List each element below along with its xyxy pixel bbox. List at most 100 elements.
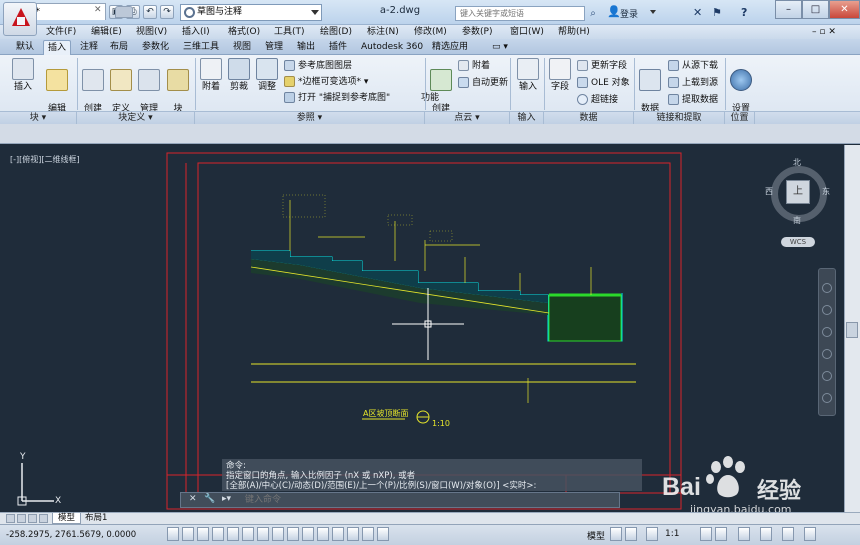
tab-model[interactable]: 模型: [52, 513, 82, 524]
navbar-menu-icon[interactable]: [822, 393, 832, 403]
command-options[interactable]: [全部(A)/中心(C)/动态(D)/范围(E)/上一个(P)/比例(S)/窗口…: [226, 481, 638, 491]
field-button[interactable]: 字段: [547, 58, 573, 93]
help-icon[interactable]: ?: [741, 6, 747, 19]
import-button[interactable]: 输入: [514, 58, 542, 93]
showmotion-icon[interactable]: [822, 371, 832, 381]
steering-wheel-icon[interactable]: [822, 283, 832, 293]
panel-linking-extraction[interactable]: 链接和提取: [634, 112, 725, 124]
compass-west[interactable]: 西: [765, 186, 773, 197]
insert-block-button[interactable]: 插入: [6, 58, 40, 93]
workspace-switching-icon[interactable]: [715, 527, 727, 541]
tab-featured-apps[interactable]: 精选应用: [428, 40, 472, 55]
tab-annotate[interactable]: 注释: [76, 40, 102, 55]
menu-dimension[interactable]: 标注(N): [367, 25, 399, 39]
next-layout-icon[interactable]: [28, 514, 37, 523]
tab-insert[interactable]: 插入: [43, 40, 72, 55]
menu-help[interactable]: 帮助(H): [558, 25, 590, 39]
tab-layout1[interactable]: 布局1: [80, 513, 112, 524]
close-icon[interactable]: ✕: [94, 5, 102, 15]
close-icon[interactable]: ✕: [189, 494, 197, 504]
redo-icon[interactable]: ↷: [160, 5, 174, 19]
pan-icon[interactable]: [822, 305, 832, 315]
ortho-mode-icon[interactable]: [212, 527, 224, 541]
annotation-visibility-icon[interactable]: [700, 527, 712, 541]
command-input[interactable]: [245, 493, 605, 507]
menu-window[interactable]: 窗口(W): [510, 25, 544, 39]
viewcube-top-face[interactable]: 上: [786, 180, 810, 204]
maximize-button[interactable]: □: [802, 0, 829, 19]
tab-output[interactable]: 输出: [293, 40, 319, 55]
adjust-button[interactable]: 调整: [254, 58, 280, 93]
isolate-objects-icon[interactable]: [782, 527, 794, 541]
dynamic-input-icon[interactable]: [302, 527, 314, 541]
compass-east[interactable]: 东: [822, 186, 830, 197]
user-icon[interactable]: 👤: [607, 5, 621, 18]
menu-format[interactable]: 格式(O): [228, 25, 260, 39]
panel-location[interactable]: 位置: [725, 112, 755, 124]
tab-plugins[interactable]: 插件: [325, 40, 351, 55]
extract-data-button[interactable]: 提取数据: [668, 94, 718, 106]
auto-update-button[interactable]: 自动更新: [458, 77, 508, 89]
last-layout-icon[interactable]: [39, 514, 48, 523]
quick-view-layouts-icon[interactable]: [610, 527, 622, 541]
menu-insert[interactable]: 插入(I): [182, 25, 210, 39]
tab-parametric[interactable]: 参数化: [138, 40, 173, 55]
first-layout-icon[interactable]: [6, 514, 15, 523]
polar-tracking-icon[interactable]: [227, 527, 239, 541]
compass-south[interactable]: 南: [793, 215, 801, 226]
workspace-dropdown[interactable]: 草图与注释: [180, 4, 322, 21]
lineweight-icon[interactable]: [317, 527, 329, 541]
underlay-layers-button[interactable]: 参考底图图层: [284, 60, 352, 72]
compass-north[interactable]: 北: [793, 157, 801, 168]
tab-3d-tools[interactable]: 三维工具: [179, 40, 223, 55]
tab-default[interactable]: 默认: [12, 40, 38, 55]
frame-variable-dropdown[interactable]: *边框可变选项* ▾: [284, 76, 368, 88]
panel-data[interactable]: 数据: [544, 112, 634, 124]
menu-edit[interactable]: 编辑(E): [91, 25, 122, 39]
menu-modify[interactable]: 修改(M): [414, 25, 447, 39]
snap-to-underlay-dropdown[interactable]: 打开 "捕捉到参考底图": [284, 92, 390, 104]
quick-view-drawings-icon[interactable]: [625, 527, 637, 541]
ole-object-button[interactable]: OLE 对象: [577, 77, 630, 89]
clean-screen-icon[interactable]: [804, 527, 816, 541]
menu-draw[interactable]: 绘图(D): [320, 25, 352, 39]
panel-block-definition[interactable]: 块定义 ▾: [77, 112, 195, 124]
model-space-toggle[interactable]: 模型: [587, 529, 605, 542]
ribbon-toggle-icon[interactable]: ▭ ▾: [488, 40, 512, 55]
attach-button[interactable]: 附着: [198, 58, 224, 93]
download-from-source-button[interactable]: 从源下载: [668, 60, 718, 72]
panel-block[interactable]: 块 ▾: [0, 112, 77, 124]
panel-point-cloud[interactable]: 点云 ▾: [425, 112, 510, 124]
menu-view[interactable]: 视图(V): [136, 25, 167, 39]
doc-window-controls[interactable]: – ▫ ✕: [812, 25, 836, 39]
menu-file[interactable]: 文件(F): [46, 25, 76, 39]
clip-button[interactable]: 剪裁: [226, 58, 252, 93]
prev-layout-icon[interactable]: [17, 514, 26, 523]
scrollbar-thumb[interactable]: [846, 322, 858, 338]
annotation-monitor-icon[interactable]: [377, 527, 389, 541]
quick-properties-icon[interactable]: [347, 527, 359, 541]
infer-constraints-icon[interactable]: [167, 527, 179, 541]
hyperlink-button[interactable]: 超链接: [577, 94, 618, 106]
transparency-icon[interactable]: [332, 527, 344, 541]
undo-icon[interactable]: ↶: [143, 5, 157, 19]
chevron-down-icon[interactable]: [650, 10, 656, 14]
annotation-scale[interactable]: 1:1: [665, 529, 679, 539]
zoom-icon[interactable]: [822, 327, 832, 337]
binoculars-icon[interactable]: ⌕: [586, 6, 600, 21]
new-tab-button[interactable]: [115, 6, 133, 18]
menu-tools[interactable]: 工具(T): [274, 25, 305, 39]
upload-to-source-button[interactable]: 上载到源: [668, 77, 718, 89]
selection-cycling-icon[interactable]: [362, 527, 374, 541]
update-fields-button[interactable]: 更新字段: [577, 60, 627, 72]
stay-connected-icon[interactable]: ⚑: [712, 6, 722, 19]
orbit-icon[interactable]: [822, 349, 832, 359]
hardware-acceleration-icon[interactable]: [760, 527, 772, 541]
lock-icon[interactable]: [738, 527, 750, 541]
search-input[interactable]: [455, 6, 585, 21]
coordinates-readout[interactable]: -258.2975, 2761.5679, 0.0000: [6, 530, 136, 540]
login-link[interactable]: 登录: [620, 7, 638, 20]
tab-autodesk-360[interactable]: Autodesk 360: [357, 40, 427, 55]
menu-parametric[interactable]: 参数(P): [462, 25, 492, 39]
point-cloud-attach-button[interactable]: 附着: [458, 60, 490, 72]
